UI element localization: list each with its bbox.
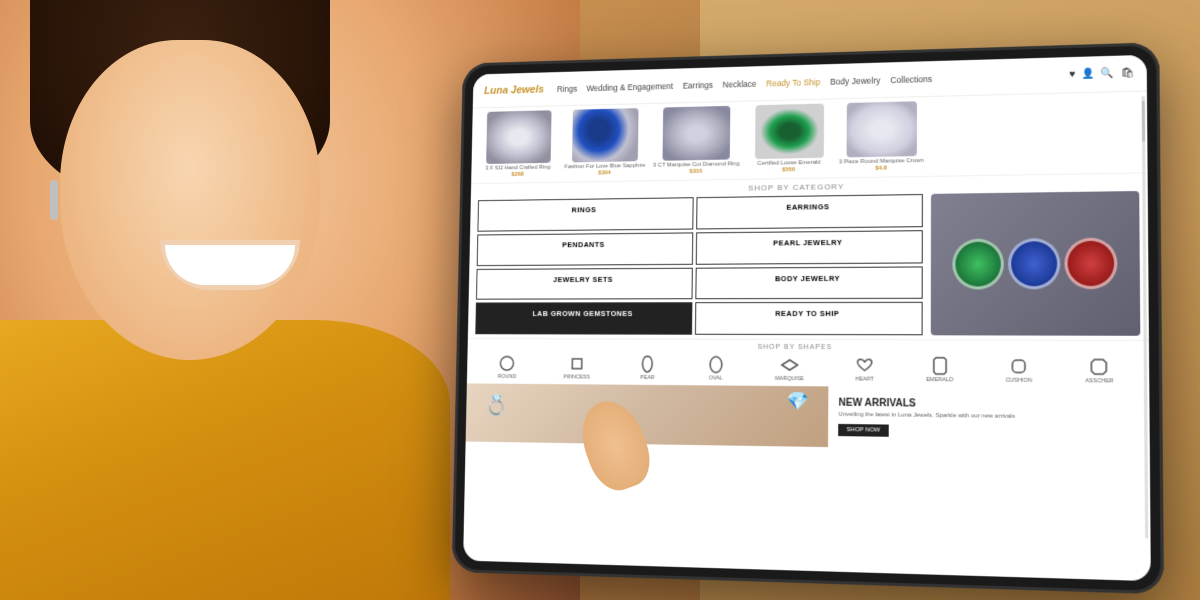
jewelry-hands-display <box>466 383 829 447</box>
asscher-icon <box>1089 356 1110 377</box>
shape-marquise-label: MARQUISE <box>775 376 804 382</box>
nav-rings[interactable]: Rings <box>557 83 577 93</box>
cat-pendants[interactable]: PENDANTS <box>477 232 693 265</box>
pear-icon <box>638 354 657 374</box>
cat-jewelry-sets[interactable]: JEWELRY SETS <box>476 267 692 300</box>
nav-body-jewelry[interactable]: Body Jewelry <box>830 75 880 86</box>
green-gem-ring <box>952 239 1004 290</box>
featured-gems-image <box>931 191 1141 336</box>
cat-body-jewelry[interactable]: BODY JEWELRY <box>695 266 923 300</box>
round-icon <box>498 354 517 373</box>
shape-marquise[interactable]: MARQUISE <box>775 355 804 382</box>
person-smile <box>160 240 300 290</box>
product-1-price: $268 <box>511 172 523 178</box>
product-2-price: $304 <box>598 171 611 177</box>
cushion-icon <box>1008 356 1029 377</box>
product-4-image <box>755 104 824 159</box>
category-grid: RINGS EARRINGS PENDANTS PEARL JEWELRY JE… <box>475 194 923 335</box>
new-arrivals-title: NEW ARRIVALS <box>839 398 1139 412</box>
cat-ready-to-ship[interactable]: READY TO SHIP <box>694 302 922 335</box>
categories-section: RINGS EARRINGS PENDANTS PEARL JEWELRY JE… <box>468 189 1149 340</box>
product-5[interactable]: 3 Piece Round Marquise Crown $4.8 <box>839 101 924 173</box>
shape-emerald-label: EMERALD <box>926 377 953 383</box>
product-2[interactable]: Fashion For Love Blue Sapphire $304 <box>564 108 646 178</box>
shape-emerald[interactable]: EMERALD <box>926 356 953 384</box>
tablet-device: Luna Jewels Rings Wedding & Engagement E… <box>452 42 1164 594</box>
oval-icon <box>706 355 726 375</box>
product-1-image <box>486 110 551 164</box>
banner-image <box>466 383 829 447</box>
new-arrivals-subtitle: Unveiling the latest in Luna Jewels. Spa… <box>839 411 1139 423</box>
website-content: Luna Jewels Rings Wedding & Engagement E… <box>463 55 1151 581</box>
product-4-price: $550 <box>782 167 795 173</box>
person-earring <box>50 180 58 220</box>
shape-round[interactable]: ROUND <box>498 354 517 380</box>
product-3-price: $310 <box>689 169 702 175</box>
nav-collections[interactable]: Collections <box>890 74 932 85</box>
red-gem-ring <box>1064 238 1117 290</box>
marquise-icon <box>780 355 800 375</box>
shape-heart-label: HEART <box>855 377 874 383</box>
banner-text-area: NEW ARRIVALS Unveiling the latest in Lun… <box>828 386 1149 452</box>
shape-pear-label: PEAR <box>640 375 654 381</box>
site-logo: Luna Jewels <box>484 83 544 96</box>
product-4[interactable]: Certified Loose Emerald $550 <box>747 103 831 174</box>
product-5-price: $4.8 <box>875 166 887 172</box>
nav-wedding[interactable]: Wedding & Engagement <box>586 81 673 93</box>
search-icon[interactable]: 🔍 <box>1101 68 1114 80</box>
shape-princess[interactable]: PRINCESS <box>563 354 590 381</box>
shop-by-shapes-label: SHOP BY SHAPES <box>475 343 1141 353</box>
scroll-thumb[interactable] <box>1142 101 1146 142</box>
blue-gem-ring <box>1008 238 1060 289</box>
site-nav: Rings Wedding & Engagement Earrings Neck… <box>557 70 1069 94</box>
product-3[interactable]: 3 CT Marquise Cut Diamond Ring $310 <box>653 106 740 177</box>
shape-pear[interactable]: PEAR <box>638 354 658 381</box>
products-strip: 3 F SI2 Hand Crafted Ring $268 Fashion F… <box>471 92 1147 185</box>
cat-lab-grown[interactable]: LAB GROWN GEMSTONES <box>475 302 692 334</box>
shape-cushion[interactable]: CUSHION <box>1006 356 1033 384</box>
cart-icon[interactable]: 🛍 <box>1121 67 1135 79</box>
person-shirt <box>0 320 450 600</box>
princess-icon <box>567 354 586 374</box>
account-icon[interactable]: 👤 <box>1082 68 1095 79</box>
shapes-row: ROUND PRINCESS PEAR <box>474 354 1140 385</box>
cat-rings[interactable]: RINGS <box>477 197 693 231</box>
shop-now-button[interactable]: SHOP NOW <box>838 424 888 437</box>
shapes-section: SHOP BY SHAPES ROUND PRINCESS <box>467 338 1149 389</box>
product-5-image <box>846 101 916 157</box>
nav-necklace[interactable]: Necklace <box>723 78 757 89</box>
cat-earrings[interactable]: EARRINGS <box>696 194 923 229</box>
wishlist-icon[interactable]: ♥ <box>1069 69 1075 80</box>
gems-display <box>931 191 1141 336</box>
nav-ready-to-ship[interactable]: Ready To Ship <box>766 77 820 88</box>
cat-pearl-jewelry[interactable]: PEARL JEWELRY <box>695 230 923 264</box>
shape-round-label: ROUND <box>498 374 517 380</box>
person-face <box>60 40 320 360</box>
emerald-icon <box>929 356 950 377</box>
product-1[interactable]: 3 F SI2 Hand Crafted Ring $268 <box>479 110 559 179</box>
tablet-screen: Luna Jewels Rings Wedding & Engagement E… <box>463 55 1151 581</box>
shape-oval[interactable]: OVAL <box>706 355 726 382</box>
shape-asscher-label: ASSCHER <box>1085 378 1113 384</box>
shape-princess-label: PRINCESS <box>563 374 590 380</box>
shape-cushion-label: CUSHION <box>1006 378 1033 384</box>
shape-asscher[interactable]: ASSCHER <box>1085 356 1113 384</box>
product-2-image <box>572 108 639 162</box>
site-icons: ♥ 👤 🔍 🛍 <box>1069 67 1134 80</box>
heart-icon <box>855 355 875 375</box>
product-3-image <box>663 106 731 161</box>
bottom-banner: NEW ARRIVALS Unveiling the latest in Lun… <box>466 383 1150 452</box>
shape-heart[interactable]: HEART <box>854 355 874 382</box>
nav-earrings[interactable]: Earrings <box>683 80 713 91</box>
shape-oval-label: OVAL <box>709 375 723 381</box>
